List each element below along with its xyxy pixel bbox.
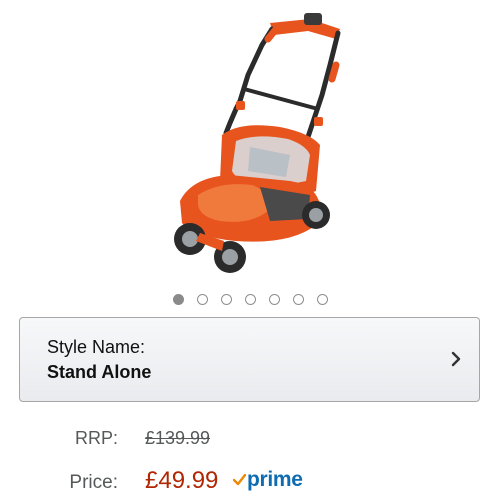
product-page: Style Name: Stand Alone RRP: £139.99 Pri…	[0, 0, 500, 500]
carousel-dot[interactable]	[292, 294, 304, 305]
rrp-value: £139.99	[145, 428, 211, 448]
carousel-dot[interactable]	[268, 294, 280, 305]
carousel-dot[interactable]	[316, 294, 328, 305]
prime-logo-text: prime	[247, 468, 303, 491]
price-value: £49.99	[145, 467, 219, 494]
style-name-value: Stand Alone	[47, 362, 152, 382]
price-label: Price:	[69, 472, 118, 493]
lawn-mower-image[interactable]	[140, 5, 360, 280]
chevron-right-icon[interactable]	[451, 351, 461, 367]
style-name-selector[interactable]: Style Name: Stand Alone	[19, 317, 480, 402]
carousel-dot[interactable]	[172, 294, 184, 305]
prime-check-icon	[233, 474, 246, 486]
style-name-label: Style Name:	[47, 337, 146, 357]
carousel-dot[interactable]	[220, 294, 232, 305]
carousel-dot[interactable]	[196, 294, 208, 305]
rrp-label: RRP:	[74, 428, 118, 448]
image-carousel-dots[interactable]	[0, 294, 500, 310]
prime-badge: prime	[233, 467, 303, 493]
carousel-dot[interactable]	[244, 294, 256, 305]
